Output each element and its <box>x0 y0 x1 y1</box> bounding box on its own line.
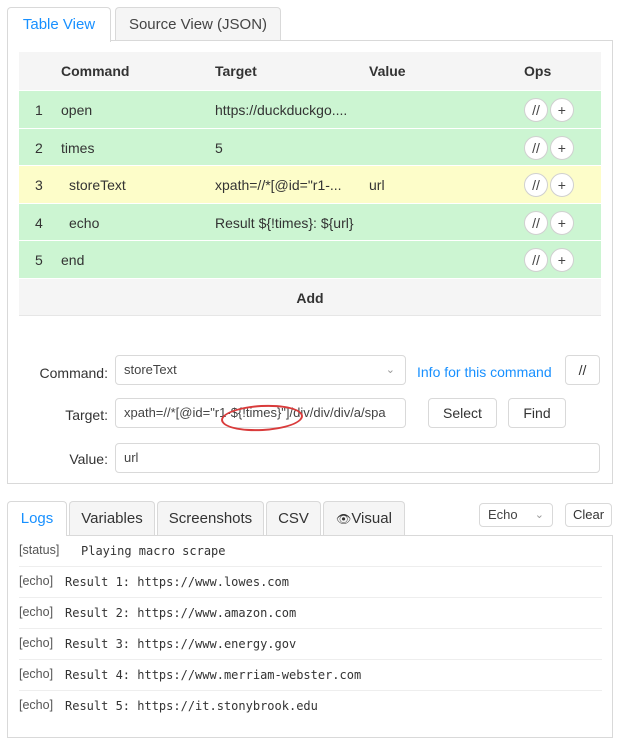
row-ops: // + <box>524 98 574 122</box>
tab-table-view[interactable]: Table View <box>7 7 111 42</box>
log-tag: [echo] <box>19 574 54 588</box>
command-select[interactable]: storeText ⌄ <box>115 355 406 385</box>
command-info-link[interactable]: Info for this command <box>417 364 552 380</box>
plus-icon[interactable]: + <box>549 248 574 272</box>
comment-icon[interactable]: // <box>524 210 548 235</box>
row-index: 5 <box>35 252 43 268</box>
log-message: Playing macro scrape <box>81 544 226 558</box>
value-input[interactable]: url <box>115 443 600 473</box>
chevron-down-icon: ⌄ <box>385 364 395 376</box>
tab-csv[interactable]: CSV <box>266 501 321 535</box>
row-ops: // + <box>524 210 574 235</box>
tab-logs[interactable]: Logs <box>7 501 67 536</box>
find-button[interactable]: Find <box>508 398 566 428</box>
table-row[interactable]: 5 end // + <box>19 240 601 278</box>
add-label: Add <box>296 289 324 306</box>
row-value: url <box>369 177 385 193</box>
plus-icon[interactable]: + <box>549 173 574 197</box>
plus-icon[interactable]: + <box>549 135 574 160</box>
log-message: Result 4: https://www.merriam-webster.co… <box>65 668 362 682</box>
chevron-down-icon: ⌄ <box>534 509 544 521</box>
table-row[interactable]: 2 times 5 // + <box>19 127 601 165</box>
row-ops: // + <box>524 248 574 272</box>
tab-screenshots[interactable]: Screenshots <box>157 501 264 535</box>
row-command: echo <box>69 214 100 231</box>
row-index: 2 <box>35 139 43 156</box>
log-tag: [echo] <box>19 698 54 712</box>
plus-icon[interactable]: + <box>549 210 574 235</box>
table-row-selected[interactable]: 3 storeText xpath=//*[@id="r1-... url //… <box>19 165 601 203</box>
log-message: Result 3: https://www.energy.gov <box>65 637 297 651</box>
eye-icon: 👁 <box>336 512 352 526</box>
row-target: 5 <box>215 139 223 156</box>
log-line: [echo] Result 5: https://it.stonybrook.e… <box>19 691 602 722</box>
header-command: Command <box>61 63 130 79</box>
comment-icon[interactable]: // <box>524 173 548 197</box>
logs-panel: [status] Playing macro scrape [echo] Res… <box>7 535 613 738</box>
editor-tabs: Table View Source View (JSON) <box>7 7 620 42</box>
header-target: Target <box>215 63 257 79</box>
header-ops: Ops <box>524 63 552 79</box>
table-row[interactable]: 4 echo Result ${!times}: ${url} // + <box>19 202 601 240</box>
row-index: 4 <box>35 214 43 231</box>
comment-icon[interactable]: // <box>524 135 548 160</box>
log-message: Result 5: https://it.stonybrook.edu <box>65 699 318 713</box>
log-tag: [echo] <box>19 667 54 681</box>
command-table: Command Target Value Ops 1 open https://… <box>19 52 601 316</box>
row-index: 3 <box>35 177 43 193</box>
table-header: Command Target Value Ops <box>19 52 601 90</box>
clear-logs-button[interactable]: Clear <box>565 503 612 527</box>
command-select-value: storeText <box>124 362 177 377</box>
log-tag: [status] <box>19 543 60 557</box>
comment-toggle-button[interactable]: // <box>565 355 600 385</box>
log-tag: [echo] <box>19 605 54 619</box>
add-command-button[interactable]: Add <box>19 277 601 316</box>
tab-variables[interactable]: Variables <box>69 501 155 535</box>
log-level-value: Echo <box>488 507 518 522</box>
value-field-label: Value: <box>69 451 108 467</box>
tab-source-view[interactable]: Source View (JSON) <box>115 7 281 41</box>
tab-visual[interactable]: 👁Visual <box>323 501 405 535</box>
log-message: Result 1: https://www.lowes.com <box>65 575 289 589</box>
row-target: https://duckduckgo.... <box>215 102 348 118</box>
header-value: Value <box>369 63 406 79</box>
row-command: times <box>61 139 95 156</box>
plus-icon[interactable]: + <box>549 98 574 122</box>
select-button[interactable]: Select <box>428 398 497 428</box>
log-line: [echo] Result 4: https://www.merriam-web… <box>19 660 602 691</box>
table-row[interactable]: 1 open https://duckduckgo.... // + <box>19 90 601 128</box>
comment-icon[interactable]: // <box>524 248 548 272</box>
row-ops: // + <box>524 173 574 197</box>
comment-icon[interactable]: // <box>524 98 548 122</box>
row-command: end <box>61 252 85 268</box>
row-command: open <box>61 102 93 118</box>
command-field-label: Command: <box>39 365 108 381</box>
log-line: [echo] Result 1: https://www.lowes.com <box>19 567 602 598</box>
row-command: storeText <box>69 177 126 193</box>
log-message: Result 2: https://www.amazon.com <box>65 606 297 620</box>
target-field-label: Target: <box>65 407 108 423</box>
log-line: [echo] Result 3: https://www.energy.gov <box>19 629 602 660</box>
row-ops: // + <box>524 135 574 160</box>
log-tag: [echo] <box>19 636 54 650</box>
log-level-select[interactable]: Echo ⌄ <box>479 503 553 527</box>
row-target: Result ${!times}: ${url} <box>215 214 354 231</box>
log-line: [echo] Result 2: https://www.amazon.com <box>19 598 602 629</box>
row-index: 1 <box>35 102 43 118</box>
row-target: xpath=//*[@id="r1-... <box>215 177 342 193</box>
log-line: [status] Playing macro scrape <box>19 536 602 567</box>
tab-visual-label: Visual <box>351 510 392 527</box>
